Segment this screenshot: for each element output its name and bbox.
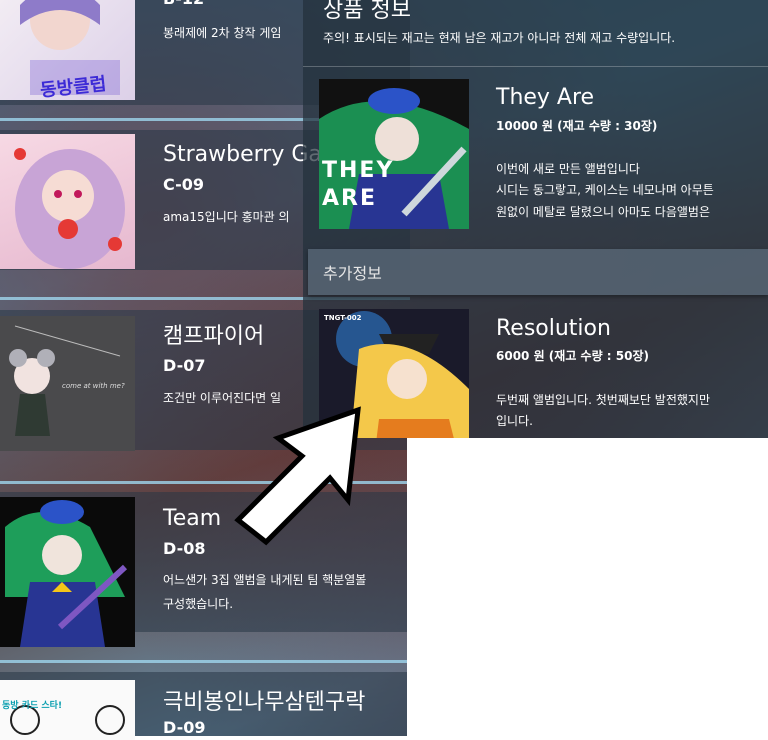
- list-item[interactable]: 동방 카드 스타! 극비봉인나무삼텐구락 D-09: [0, 672, 410, 740]
- booth-title[interactable]: Team: [163, 506, 221, 531]
- thumbnail-caption: 동방 카드 스타!: [2, 701, 63, 711]
- booth-thumbnail: [0, 134, 135, 269]
- product-info-panel: 상품 정보 주의! 표시되는 재고는 현재 남은 재고가 아니라 전체 재고 수…: [303, 0, 768, 438]
- album-cover[interactable]: THEY ARE: [319, 79, 469, 229]
- booth-thumbnail: 동방 카드 스타!: [0, 680, 135, 740]
- booth-description: 어느샌가 3집 앨범을 내게된 팀 핵분열볼: [163, 573, 367, 587]
- product-name[interactable]: They Are: [496, 85, 594, 110]
- product-description-line3: 원없이 메탈로 달렸으니 아마도 다음앨범은: [496, 205, 710, 219]
- divider: [303, 66, 768, 67]
- product-description-line2: 시디는 동그랗고, 케이스는 네모나며 아무튼: [496, 183, 714, 197]
- booth-code: B-12: [163, 0, 204, 8]
- panel-title: 상품 정보: [323, 0, 411, 23]
- booth-code: D-07: [163, 356, 206, 375]
- product-price-stock: 6000 원 (재고 수량 : 50장): [496, 349, 649, 363]
- stock-notice: 주의! 표시되는 재고는 현재 남은 재고가 아니라 전체 재고 수량입니다.: [323, 31, 676, 45]
- album-cover-code: TNGT-002: [324, 314, 362, 322]
- character-illustration: [14, 148, 125, 269]
- product-price-stock: 10000 원 (재고 수량 : 30장): [496, 119, 658, 133]
- booth-title[interactable]: Strawberry Ga: [163, 142, 322, 167]
- product-description-line2: 입니다.: [496, 414, 533, 428]
- product-description-line1: 이번에 새로 만든 앨범입니다: [496, 162, 640, 176]
- blank-area: [407, 438, 768, 736]
- booth-description-line2: 구성했습니다.: [163, 597, 234, 611]
- product-name[interactable]: Resolution: [496, 316, 611, 341]
- booth-code: D-09: [163, 718, 206, 737]
- booth-code: D-08: [163, 539, 206, 558]
- pointer-arrow-icon: [234, 406, 361, 546]
- booth-thumbnail: 동방클럽: [0, 0, 135, 100]
- thumbnail-caption: come at with me?: [62, 382, 125, 390]
- additional-info-label: 추가정보: [323, 264, 382, 283]
- booth-thumbnail: [0, 497, 135, 647]
- album-cover-title: THEY ARE: [322, 158, 395, 211]
- product-description-line1: 두번째 앨범입니다. 첫번째보단 발전했지만: [496, 393, 710, 407]
- additional-info-button[interactable]: 추가정보: [308, 249, 768, 295]
- booth-title[interactable]: 극비봉인나무삼텐구락: [163, 684, 365, 716]
- divider: [0, 660, 410, 663]
- booth-title[interactable]: 캠프파이어: [163, 318, 264, 350]
- booth-code: C-09: [163, 175, 205, 194]
- booth-thumbnail: come at with me?: [0, 316, 135, 451]
- character-illustration: [5, 500, 128, 647]
